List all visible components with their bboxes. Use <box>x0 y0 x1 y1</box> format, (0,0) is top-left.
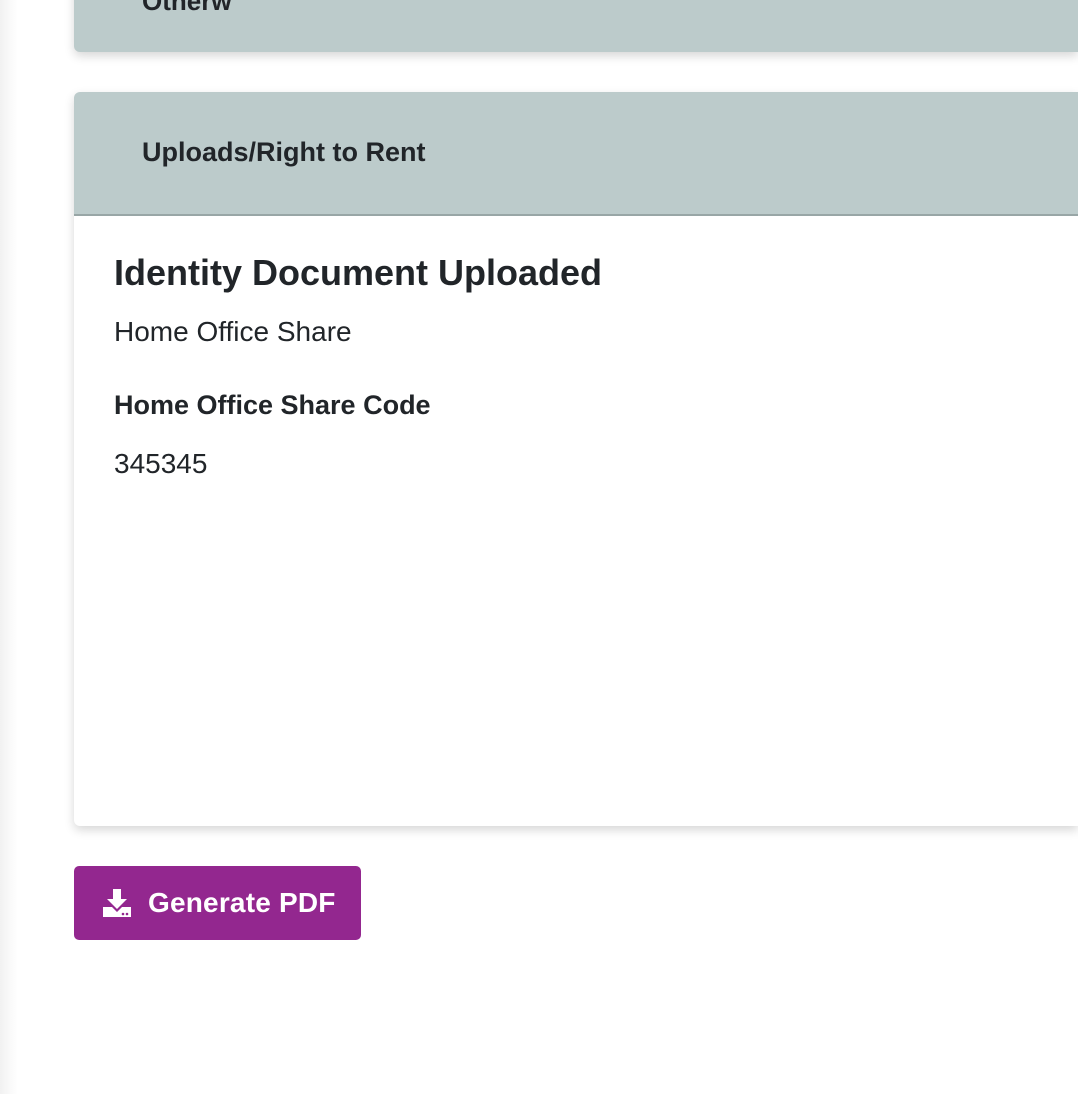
share-code-value: 345345 <box>114 448 208 479</box>
share-code-label: Home Office Share Code <box>114 390 431 420</box>
download-icon <box>102 888 132 918</box>
uploads-card: Uploads/Right to Rent Identity Document … <box>74 92 1078 826</box>
generate-pdf-button[interactable]: Generate PDF <box>74 866 361 940</box>
previous-section-title: Otherw <box>142 0 232 16</box>
generate-pdf-label: Generate PDF <box>148 887 336 918</box>
document-type: Home Office Share <box>114 316 352 347</box>
document-title: Identity Document Uploaded <box>114 252 603 293</box>
previous-section-card: Otherw <box>74 0 1078 52</box>
uploads-card-header: Uploads/Right to Rent <box>74 92 1078 216</box>
page-gutter <box>0 0 18 1094</box>
uploads-card-title: Uploads/Right to Rent <box>142 137 426 167</box>
